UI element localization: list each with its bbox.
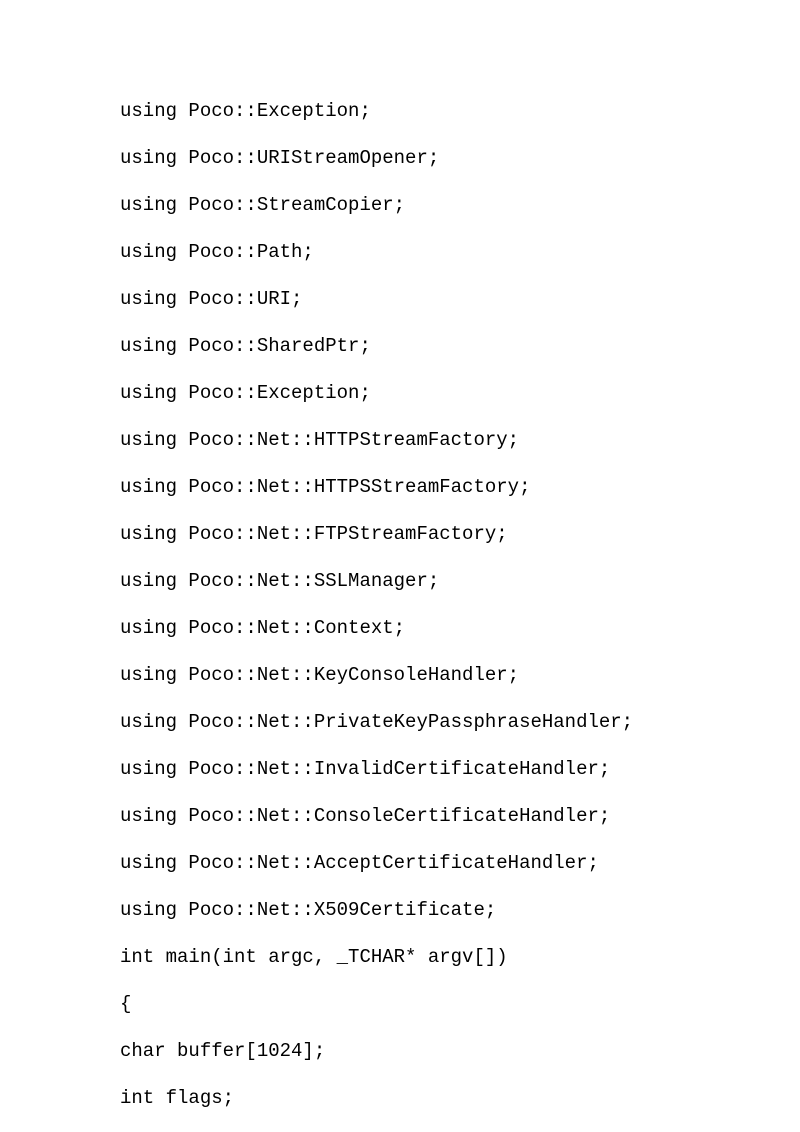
code-line: using Poco::Net::InvalidCertificateHandl… [120, 758, 680, 780]
code-line: using Poco::Net::FTPStreamFactory; [120, 523, 680, 545]
code-line: using Poco::Net::PrivateKeyPassphraseHan… [120, 711, 680, 733]
code-line: char buffer[1024]; [120, 1040, 680, 1062]
code-line: using Poco::Net::HTTPSStreamFactory; [120, 476, 680, 498]
code-line: { [120, 993, 680, 1015]
code-line: using Poco::Net::SSLManager; [120, 570, 680, 592]
code-line: using Poco::Exception; [120, 382, 680, 404]
code-line: using Poco::SharedPtr; [120, 335, 680, 357]
code-line: using Poco::Net::ConsoleCertificateHandl… [120, 805, 680, 827]
code-line: int main(int argc, _TCHAR* argv[]) [120, 946, 680, 968]
code-line: using Poco::Net::Context; [120, 617, 680, 639]
code-line: using Poco::Net::X509Certificate; [120, 899, 680, 921]
code-line: using Poco::Net::KeyConsoleHandler; [120, 664, 680, 686]
code-line: using Poco::Path; [120, 241, 680, 263]
code-line: using Poco::URI; [120, 288, 680, 310]
code-line: using Poco::StreamCopier; [120, 194, 680, 216]
code-line: using Poco::Net::AcceptCertificateHandle… [120, 852, 680, 874]
code-line: using Poco::Net::HTTPStreamFactory; [120, 429, 680, 451]
code-line: using Poco::URIStreamOpener; [120, 147, 680, 169]
code-page: using Poco::Exception; using Poco::URISt… [0, 0, 800, 1109]
code-line: using Poco::Exception; [120, 100, 680, 122]
code-line: int flags; [120, 1087, 680, 1109]
